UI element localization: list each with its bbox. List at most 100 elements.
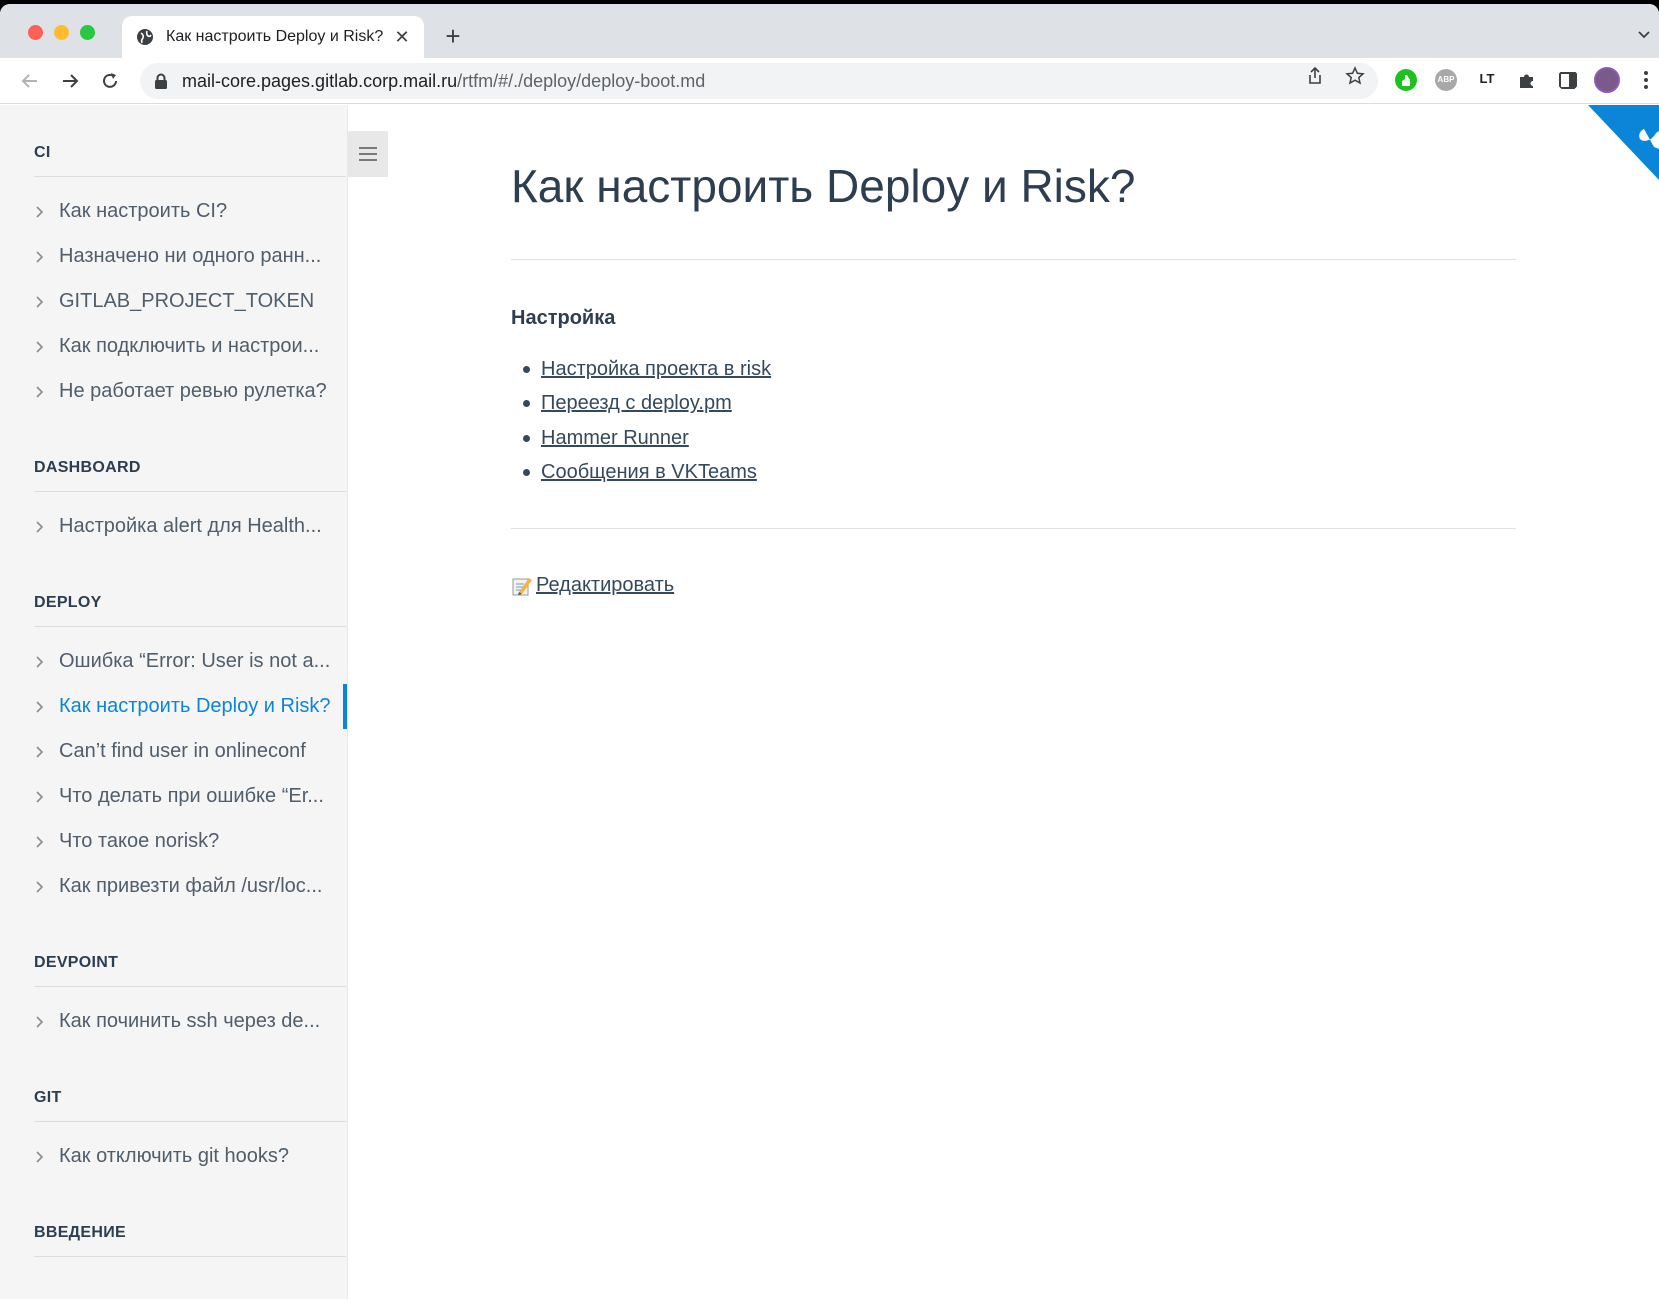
sidebar-item-label: Что такое norisk? <box>59 830 220 852</box>
chevron-right-icon <box>36 250 44 263</box>
chevron-right-icon <box>36 880 44 893</box>
sidebar-section-title: GIT <box>34 1050 346 1122</box>
edit-link[interactable]: Редактировать <box>536 574 674 597</box>
sidebar-item[interactable]: Как починить ssh через de... <box>34 999 347 1044</box>
sidebar-item-label: Назначено ни одного ранн... <box>59 245 322 267</box>
url-path: /rtfm/#/./deploy/deploy-boot.md <box>457 70 706 91</box>
link-risk-setup[interactable]: Настройка проекта в risk <box>541 358 771 381</box>
tab-title: Как настроить Deploy и Risk? <box>166 28 384 45</box>
sidebar-item[interactable]: Что такое norisk? <box>34 819 347 864</box>
sidebar-item[interactable]: Ошибка “Error: User is not a... <box>34 639 347 684</box>
sidebar-section-title: CI <box>34 105 346 177</box>
edit-row: Редактировать <box>511 574 1516 597</box>
new-tab-button[interactable]: + <box>440 23 466 50</box>
sidebar-section-title: DEPLOY <box>34 555 346 627</box>
chevron-down-icon[interactable] <box>1636 26 1652 42</box>
sidebar-item-label: Can’t find user in onlineconf <box>59 740 306 762</box>
sidebar-section-title: DASHBOARD <box>34 420 346 492</box>
tab-strip: Как настроить Deploy и Risk? ✕ + <box>0 4 1659 58</box>
hamburger-icon <box>359 147 377 161</box>
close-tab-icon[interactable]: ✕ <box>394 28 410 46</box>
sidebar-item-label: Как отключить git hooks? <box>59 1145 290 1167</box>
puzzle-icon[interactable] <box>1516 69 1538 91</box>
arrow-left-icon <box>21 74 37 88</box>
chevron-right-icon <box>36 835 44 848</box>
links-list: Настройка проекта в risk Переезд с deplo… <box>523 352 1516 490</box>
extension-green-icon[interactable] <box>1395 69 1417 91</box>
chevron-right-icon <box>36 295 44 308</box>
forward-button[interactable] <box>56 67 84 95</box>
chevron-right-icon <box>36 1150 44 1163</box>
adblock-icon[interactable]: ABP <box>1435 69 1457 91</box>
chevron-right-icon <box>36 790 44 803</box>
sidebar-item[interactable]: Как отключить git hooks? <box>34 1134 347 1179</box>
kebab-menu-icon[interactable] <box>1643 70 1649 90</box>
sidebar-section-devpoint: DEVPOINT Как починить ssh через de... <box>0 915 347 1050</box>
sidebar-item[interactable]: Что делать при ошибке “Er... <box>34 774 347 819</box>
bookmark-star-icon[interactable] <box>1345 66 1365 86</box>
list-item: Настройка проекта в risk <box>523 352 1516 387</box>
share-icon[interactable] <box>1305 66 1325 86</box>
sidebar-toggle-button[interactable] <box>348 131 388 177</box>
sidebar-item[interactable]: Как подключить и настрои... <box>34 324 347 369</box>
sidebar-section-git: GIT Как отключить git hooks? <box>0 1050 347 1185</box>
sidebar-item-label: Ошибка “Error: User is not a... <box>59 650 331 672</box>
link-vkteams-messages[interactable]: Сообщения в VKTeams <box>541 461 757 484</box>
sidebar-section-title: DEVPOINT <box>34 915 346 987</box>
sidebar-section-intro: ВВЕДЕНИЕ <box>0 1185 347 1257</box>
sidebar-section-dashboard: DASHBOARD Настройка alert для Health... <box>0 420 347 555</box>
list-item: Переезд с deploy.pm <box>523 387 1516 422</box>
memo-icon <box>512 577 532 595</box>
sidebar-item-label: Как настроить Deploy и Risk? <box>59 695 331 717</box>
divider <box>511 528 1516 529</box>
sidebar-item[interactable]: GITLAB_PROJECT_TOKEN <box>34 279 347 324</box>
browser-tab[interactable]: Как настроить Deploy и Risk? ✕ <box>122 16 424 58</box>
main-content: Как настроить Deploy и Risk? Настройка Н… <box>511 105 1516 597</box>
side-panel-icon[interactable] <box>1557 69 1579 91</box>
address-bar[interactable]: mail-core.pages.gitlab.corp.mail.ru/rtfm… <box>140 63 1378 99</box>
sidebar-section-deploy: DEPLOY Ошибка “Error: User is not a... К… <box>0 555 347 915</box>
sidebar-item-label: Настройка alert для Health... <box>59 515 322 537</box>
globe-icon <box>137 29 153 45</box>
chevron-right-icon <box>36 1015 44 1028</box>
sidebar-item-label: Что делать при ошибке “Er... <box>59 785 324 807</box>
zoom-window-button[interactable] <box>80 25 95 40</box>
sidebar-section-ci: CI Как настроить CI? Назначено ни одного… <box>0 105 347 420</box>
chevron-right-icon <box>36 205 44 218</box>
chevron-right-icon <box>36 385 44 398</box>
profile-avatar[interactable] <box>1594 67 1620 93</box>
sidebar-item-label: Как привезти файл /usr/loc... <box>59 875 323 897</box>
page-viewport: CI Как настроить CI? Назначено ни одного… <box>0 105 1659 1299</box>
languagetool-icon[interactable]: LT <box>1476 69 1498 91</box>
page-title: Как настроить Deploy и Risk? <box>511 160 1136 212</box>
back-button[interactable] <box>16 67 44 95</box>
url-text: mail-core.pages.gitlab.corp.mail.ru/rtfm… <box>182 71 705 92</box>
github-corner-icon[interactable] <box>1588 105 1659 180</box>
link-deploy-pm-migration[interactable]: Переезд с deploy.pm <box>541 392 732 415</box>
link-hammer-runner[interactable]: Hammer Runner <box>541 427 689 450</box>
browser-toolbar: mail-core.pages.gitlab.corp.mail.ru/rtfm… <box>0 58 1659 104</box>
sidebar-item[interactable]: Как настроить CI? <box>34 189 347 234</box>
sidebar-item[interactable]: Назначено ни одного ранн... <box>34 234 347 279</box>
sidebar-item[interactable]: Как привезти файл /usr/loc... <box>34 864 347 909</box>
chevron-right-icon <box>36 520 44 533</box>
list-item: Hammer Runner <box>523 421 1516 456</box>
sidebar-item-label: Как починить ssh через de... <box>59 1010 321 1032</box>
sidebar-item-label: GITLAB_PROJECT_TOKEN <box>59 290 315 312</box>
sidebar-item[interactable]: Не работает ревью рулетка? <box>34 369 347 414</box>
browser-window: Как настроить Deploy и Risk? ✕ + mail-co… <box>0 4 1659 1299</box>
chevron-right-icon <box>36 340 44 353</box>
sidebar-item-active[interactable]: Как настроить Deploy и Risk? <box>34 684 347 729</box>
sidebar-item-label: Как настроить CI? <box>59 200 228 222</box>
sidebar-item[interactable]: Настройка alert для Health... <box>34 504 347 549</box>
url-host: mail-core.pages.gitlab.corp.mail.ru <box>182 70 458 91</box>
list-item: Сообщения в VKTeams <box>523 456 1516 491</box>
sidebar-item[interactable]: Can’t find user in onlineconf <box>34 729 347 774</box>
divider <box>511 259 1516 260</box>
sidebar: CI Как настроить CI? Назначено ни одного… <box>0 105 348 1299</box>
arrow-right-icon <box>63 74 79 88</box>
lock-icon <box>155 73 167 89</box>
reload-button[interactable] <box>96 67 124 95</box>
minimize-window-button[interactable] <box>54 25 69 40</box>
close-window-button[interactable] <box>28 25 43 40</box>
